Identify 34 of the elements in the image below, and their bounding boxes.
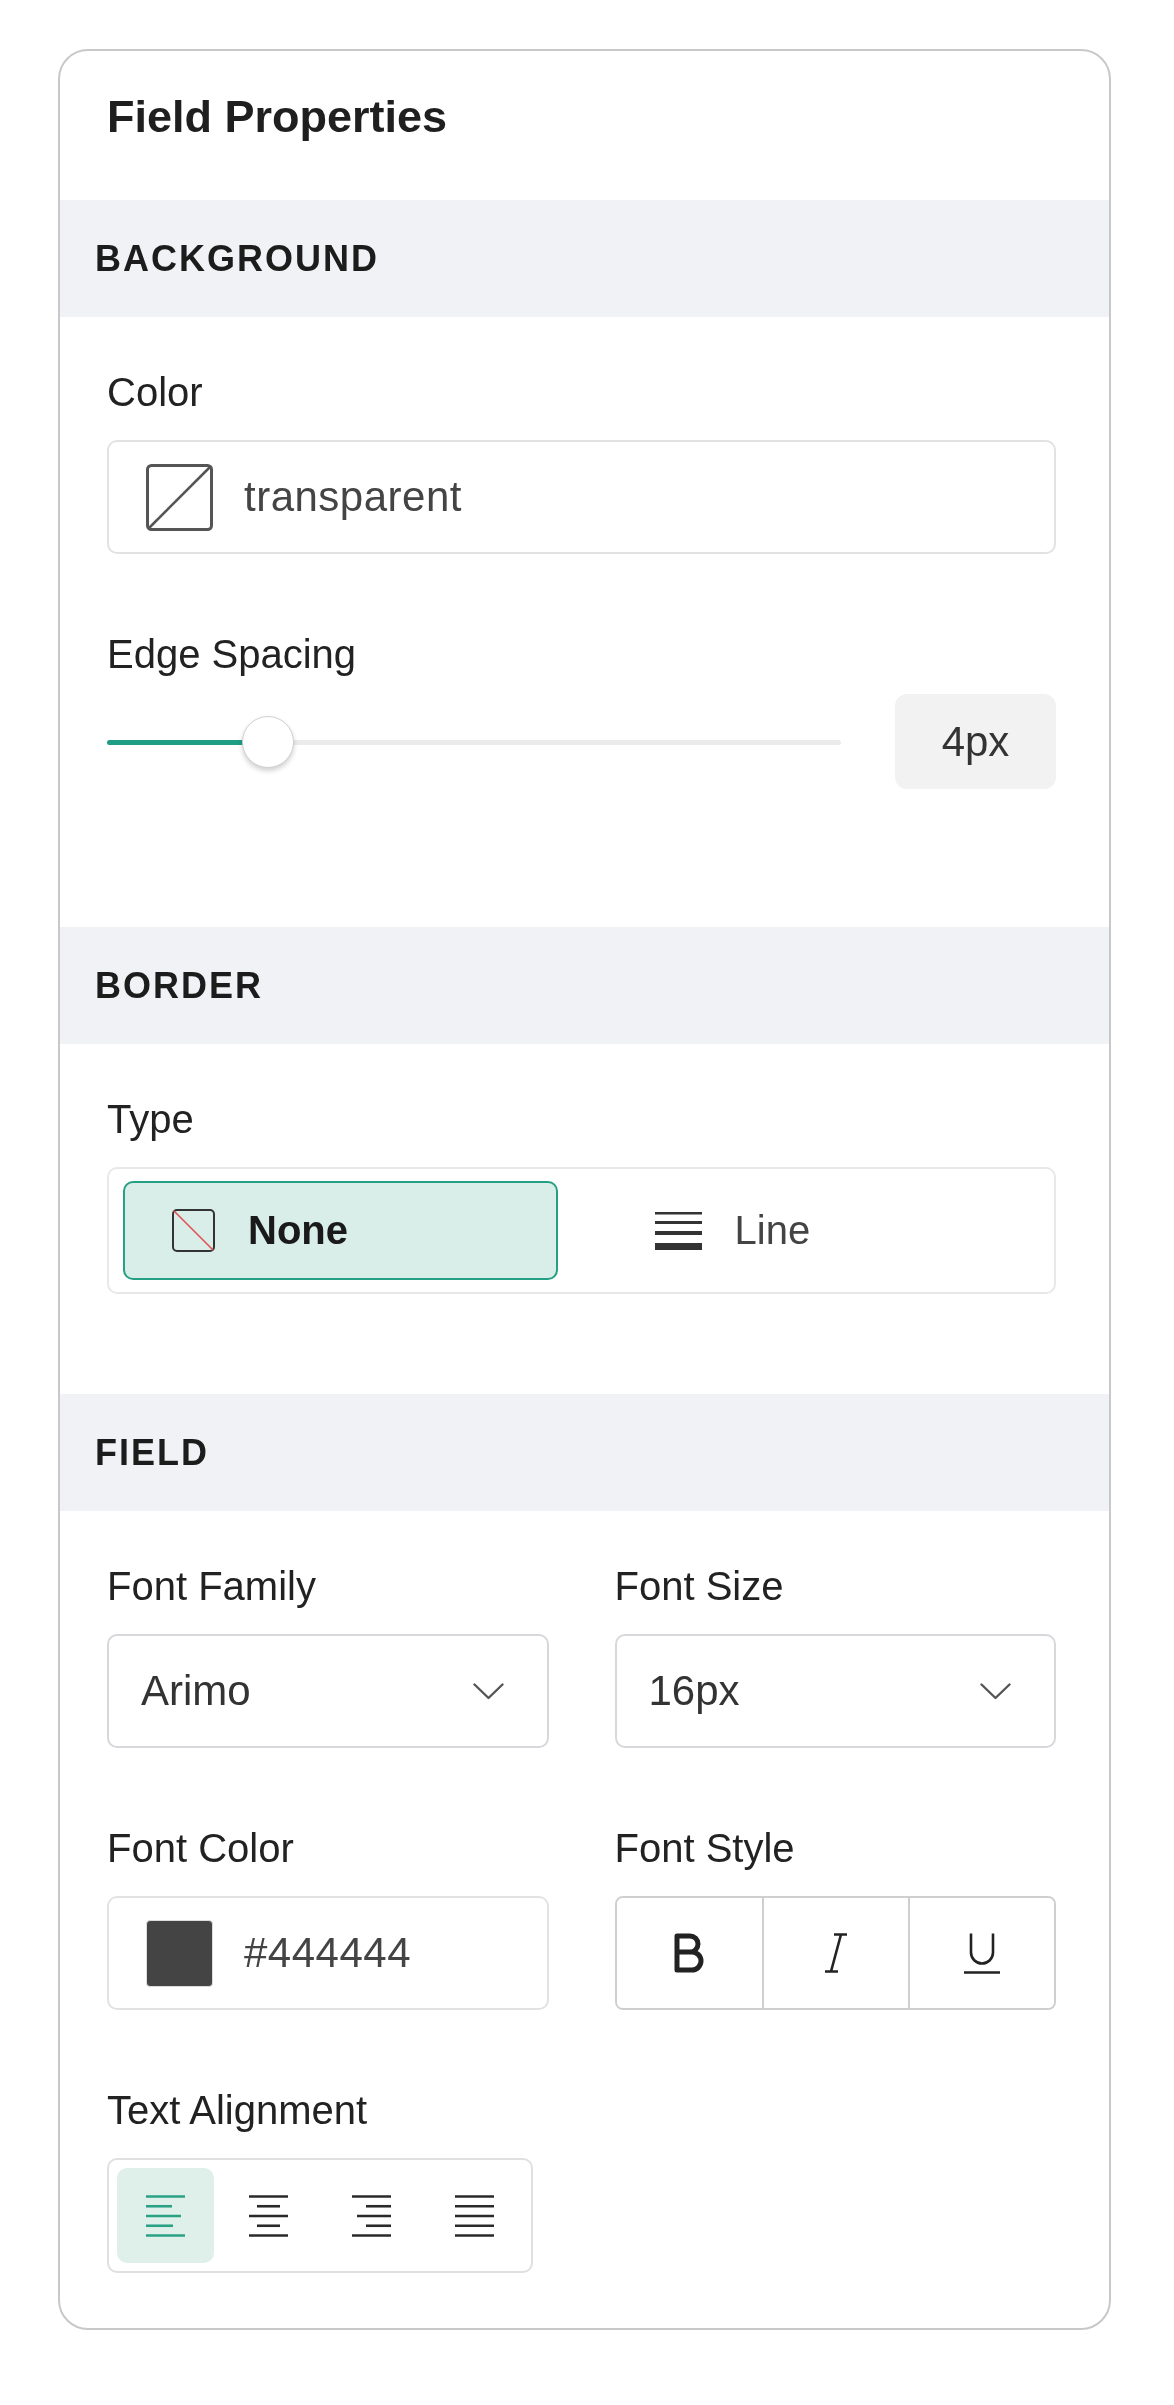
- transparent-swatch-icon: [146, 463, 213, 531]
- align-right-icon: [352, 2194, 391, 2237]
- chevron-down-icon: [472, 1682, 504, 1700]
- slashed-square-icon: [172, 1209, 215, 1252]
- section-header: BORDER: [60, 927, 1109, 1044]
- dropdown[interactable]: 16px: [614, 1634, 1056, 1748]
- align-left-icon: [146, 2194, 185, 2237]
- slider-thumb[interactable]: [242, 715, 295, 768]
- field-label: Font Family: [107, 1563, 316, 1610]
- toggle-button[interactable]: [908, 1898, 1054, 2008]
- dropdown[interactable]: Arimo: [107, 1634, 549, 1748]
- align-justify-icon: [455, 2194, 494, 2237]
- section-header: BACKGROUND: [60, 200, 1109, 317]
- slider-value: 4px: [895, 694, 1056, 789]
- section-header: FIELD: [60, 1394, 1109, 1511]
- panel-title: Field Properties: [107, 90, 448, 144]
- color-field[interactable]: #444444: [107, 1896, 549, 2010]
- lines-icon: [654, 1211, 702, 1250]
- bold-icon: [674, 1933, 705, 1973]
- color-field[interactable]: transparent: [107, 440, 1056, 554]
- underline-icon: [964, 1932, 1001, 1974]
- field-label: Text Alignment: [107, 2087, 368, 2134]
- segment-option[interactable]: None: [123, 1181, 558, 1280]
- chevron-down-icon: [980, 1682, 1011, 1700]
- field-label: Font Color: [107, 1825, 294, 1872]
- slider-track[interactable]: [107, 715, 841, 768]
- field-label: Color: [107, 369, 203, 416]
- field-label: Type: [107, 1096, 194, 1143]
- align-center-icon: [249, 2194, 288, 2237]
- field-label: Font Size: [614, 1563, 784, 1610]
- field-label: Edge Spacing: [107, 631, 357, 678]
- field-label: Font Style: [614, 1825, 795, 1872]
- segment-option[interactable]: Line: [605, 1181, 1040, 1280]
- italic-icon: [824, 1933, 849, 1973]
